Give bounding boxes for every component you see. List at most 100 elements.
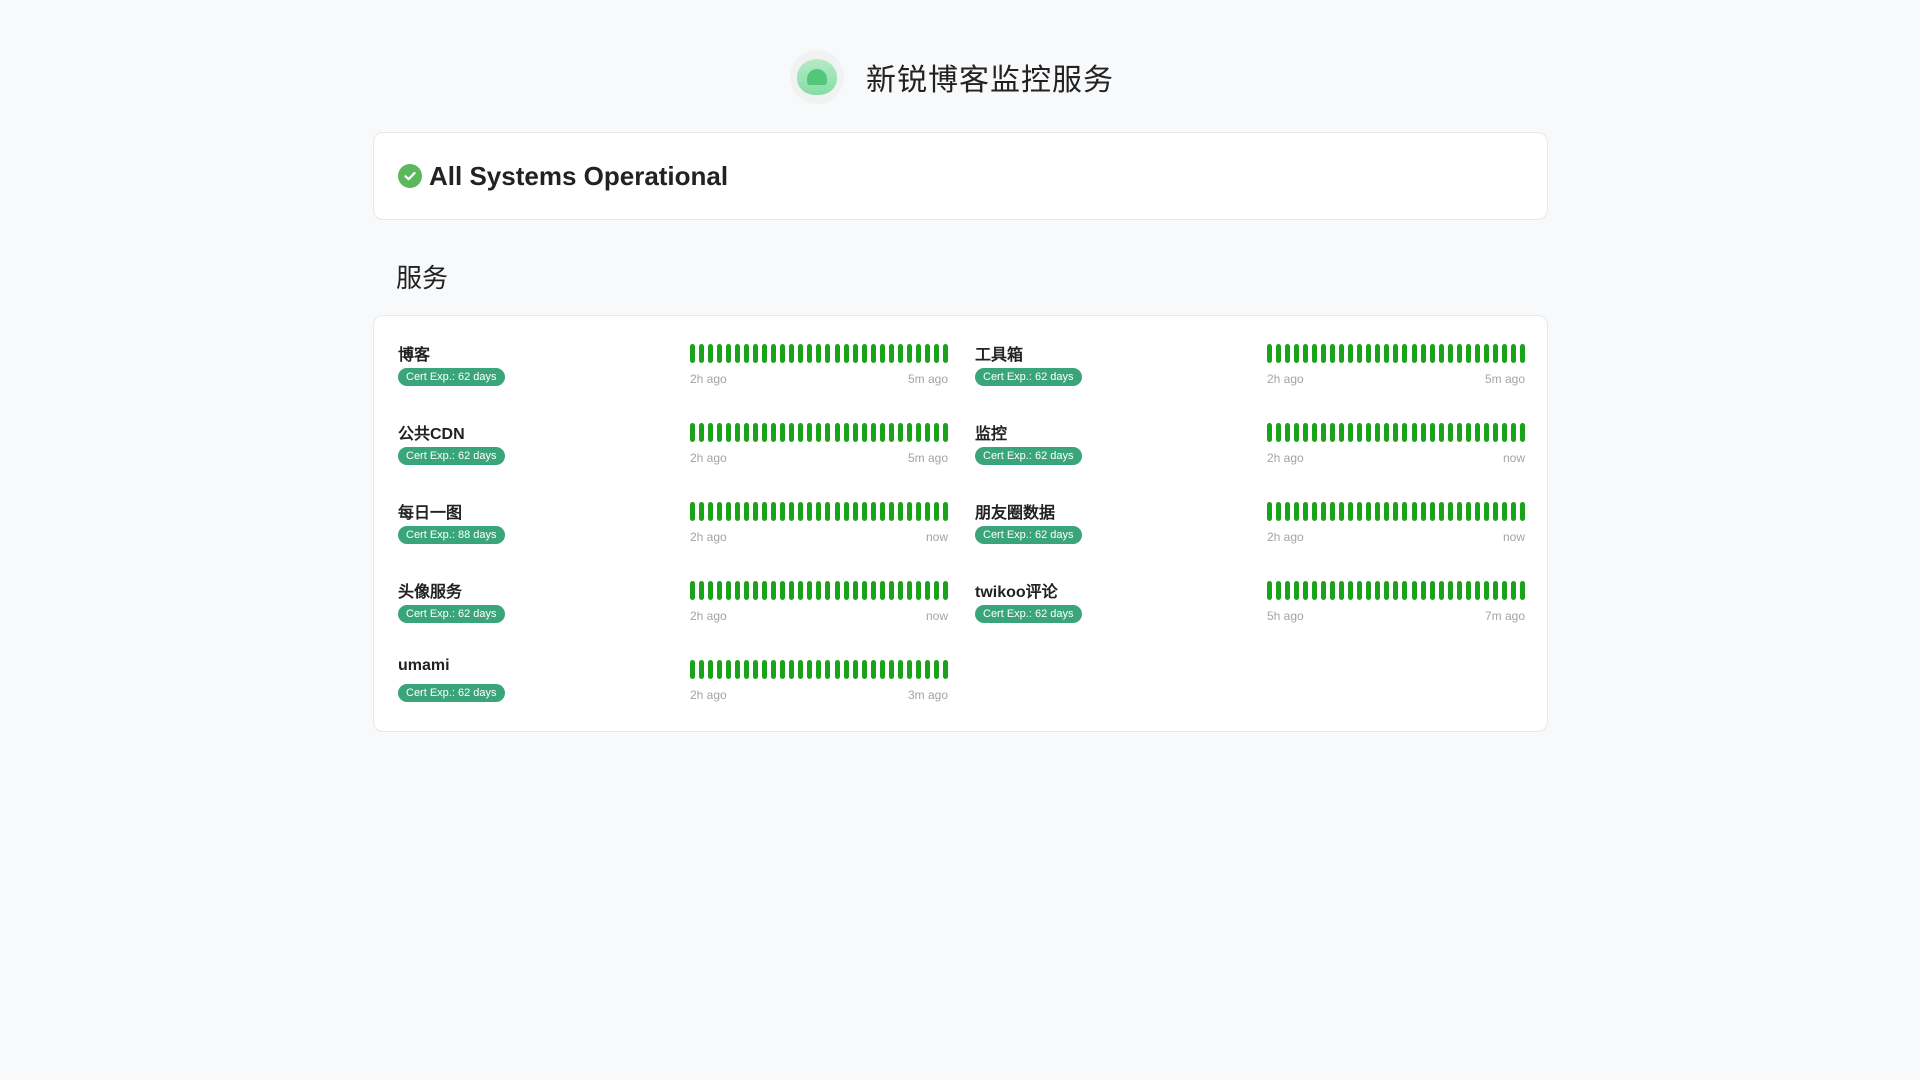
heartbeat-up[interactable]: [1447, 344, 1453, 363]
heartbeat-up[interactable]: [933, 502, 939, 521]
heartbeat-up[interactable]: [735, 502, 741, 521]
heartbeat-up[interactable]: [762, 581, 768, 600]
heartbeat-up[interactable]: [825, 502, 831, 521]
heartbeat-up[interactable]: [699, 660, 705, 679]
heartbeat-up[interactable]: [744, 581, 750, 600]
heartbeat-up[interactable]: [933, 344, 939, 363]
heartbeat-up[interactable]: [870, 502, 876, 521]
heartbeat-up[interactable]: [1276, 581, 1282, 600]
heartbeat-up[interactable]: [1339, 423, 1345, 442]
heartbeat-up[interactable]: [1501, 581, 1507, 600]
heartbeat-up[interactable]: [879, 660, 885, 679]
heartbeat-up[interactable]: [1456, 581, 1462, 600]
heartbeat-up[interactable]: [1483, 581, 1489, 600]
heartbeat-up[interactable]: [771, 423, 777, 442]
heartbeat-up[interactable]: [825, 660, 831, 679]
heartbeat-up[interactable]: [1294, 502, 1300, 521]
heartbeat-up[interactable]: [897, 423, 903, 442]
heartbeat-up[interactable]: [906, 423, 912, 442]
heartbeat-up[interactable]: [924, 423, 930, 442]
heartbeat-up[interactable]: [1492, 423, 1498, 442]
heartbeat-up[interactable]: [690, 581, 695, 600]
heartbeat-up[interactable]: [789, 502, 795, 521]
heartbeat-up[interactable]: [771, 502, 777, 521]
heartbeat-up[interactable]: [1519, 502, 1525, 521]
heartbeat-up[interactable]: [924, 344, 930, 363]
heartbeat-up[interactable]: [1276, 344, 1282, 363]
heartbeat-up[interactable]: [1285, 502, 1291, 521]
heartbeat-up[interactable]: [735, 660, 741, 679]
heartbeat-up[interactable]: [888, 581, 894, 600]
heartbeat-up[interactable]: [1492, 344, 1498, 363]
heartbeat-up[interactable]: [1375, 344, 1381, 363]
heartbeat-up[interactable]: [870, 344, 876, 363]
heartbeat-up[interactable]: [906, 660, 912, 679]
heartbeat-up[interactable]: [1330, 581, 1336, 600]
heartbeat-up[interactable]: [798, 423, 804, 442]
service-item[interactable]: umami Cert Exp.: 62 days 2h ago 3m ago: [398, 632, 948, 702]
heartbeat-up[interactable]: [1294, 581, 1300, 600]
heartbeat-up[interactable]: [699, 423, 705, 442]
heartbeat-up[interactable]: [1465, 581, 1471, 600]
heartbeat-up[interactable]: [915, 660, 921, 679]
heartbeat-up[interactable]: [1474, 581, 1480, 600]
heartbeat-up[interactable]: [1330, 344, 1336, 363]
heartbeat-up[interactable]: [780, 660, 786, 679]
heartbeat-up[interactable]: [1303, 502, 1309, 521]
heartbeat-up[interactable]: [1510, 423, 1516, 442]
heartbeat-up[interactable]: [843, 502, 849, 521]
heartbeat-up[interactable]: [753, 502, 759, 521]
heartbeat-up[interactable]: [1357, 344, 1363, 363]
heartbeat-up[interactable]: [1312, 423, 1318, 442]
heartbeat-up[interactable]: [1402, 423, 1408, 442]
heartbeat-up[interactable]: [1384, 502, 1390, 521]
heartbeat-up[interactable]: [708, 581, 714, 600]
heartbeat-up[interactable]: [780, 581, 786, 600]
heartbeat-up[interactable]: [1348, 581, 1354, 600]
heartbeat-up[interactable]: [762, 423, 768, 442]
heartbeat-up[interactable]: [906, 502, 912, 521]
heartbeat-up[interactable]: [906, 344, 912, 363]
heartbeat-up[interactable]: [843, 581, 849, 600]
heartbeat-up[interactable]: [1510, 344, 1516, 363]
heartbeat-up[interactable]: [1366, 581, 1372, 600]
heartbeat-up[interactable]: [735, 344, 741, 363]
heartbeat-up[interactable]: [1375, 581, 1381, 600]
heartbeat-up[interactable]: [825, 423, 831, 442]
heartbeat-up[interactable]: [1402, 344, 1408, 363]
heartbeat-up[interactable]: [942, 344, 948, 363]
heartbeat-up[interactable]: [897, 660, 903, 679]
heartbeat-up[interactable]: [1348, 423, 1354, 442]
heartbeat-up[interactable]: [816, 660, 822, 679]
heartbeat-up[interactable]: [726, 581, 732, 600]
heartbeat-up[interactable]: [1447, 581, 1453, 600]
heartbeat-up[interactable]: [861, 660, 867, 679]
service-item[interactable]: 朋友圈数据 Cert Exp.: 62 days 2h ago now: [975, 474, 1525, 544]
heartbeat-up[interactable]: [897, 502, 903, 521]
heartbeat-up[interactable]: [1456, 502, 1462, 521]
heartbeat-up[interactable]: [870, 423, 876, 442]
heartbeat-up[interactable]: [771, 581, 777, 600]
heartbeat-up[interactable]: [888, 423, 894, 442]
heartbeat-up[interactable]: [870, 581, 876, 600]
heartbeat-up[interactable]: [906, 581, 912, 600]
heartbeat-up[interactable]: [879, 581, 885, 600]
heartbeat-up[interactable]: [753, 344, 759, 363]
heartbeat-up[interactable]: [1447, 502, 1453, 521]
heartbeat-up[interactable]: [1492, 581, 1498, 600]
heartbeat-up[interactable]: [861, 344, 867, 363]
heartbeat-up[interactable]: [717, 581, 723, 600]
heartbeat-up[interactable]: [888, 660, 894, 679]
heartbeat-up[interactable]: [915, 581, 921, 600]
heartbeat-up[interactable]: [816, 502, 822, 521]
heartbeat-up[interactable]: [1285, 581, 1291, 600]
heartbeat-up[interactable]: [834, 344, 840, 363]
heartbeat-up[interactable]: [762, 344, 768, 363]
heartbeat-up[interactable]: [708, 423, 714, 442]
heartbeat-up[interactable]: [807, 344, 813, 363]
heartbeat-up[interactable]: [1483, 423, 1489, 442]
heartbeat-up[interactable]: [1402, 581, 1408, 600]
heartbeat-up[interactable]: [1456, 344, 1462, 363]
heartbeat-up[interactable]: [1393, 581, 1399, 600]
heartbeat-up[interactable]: [861, 423, 867, 442]
